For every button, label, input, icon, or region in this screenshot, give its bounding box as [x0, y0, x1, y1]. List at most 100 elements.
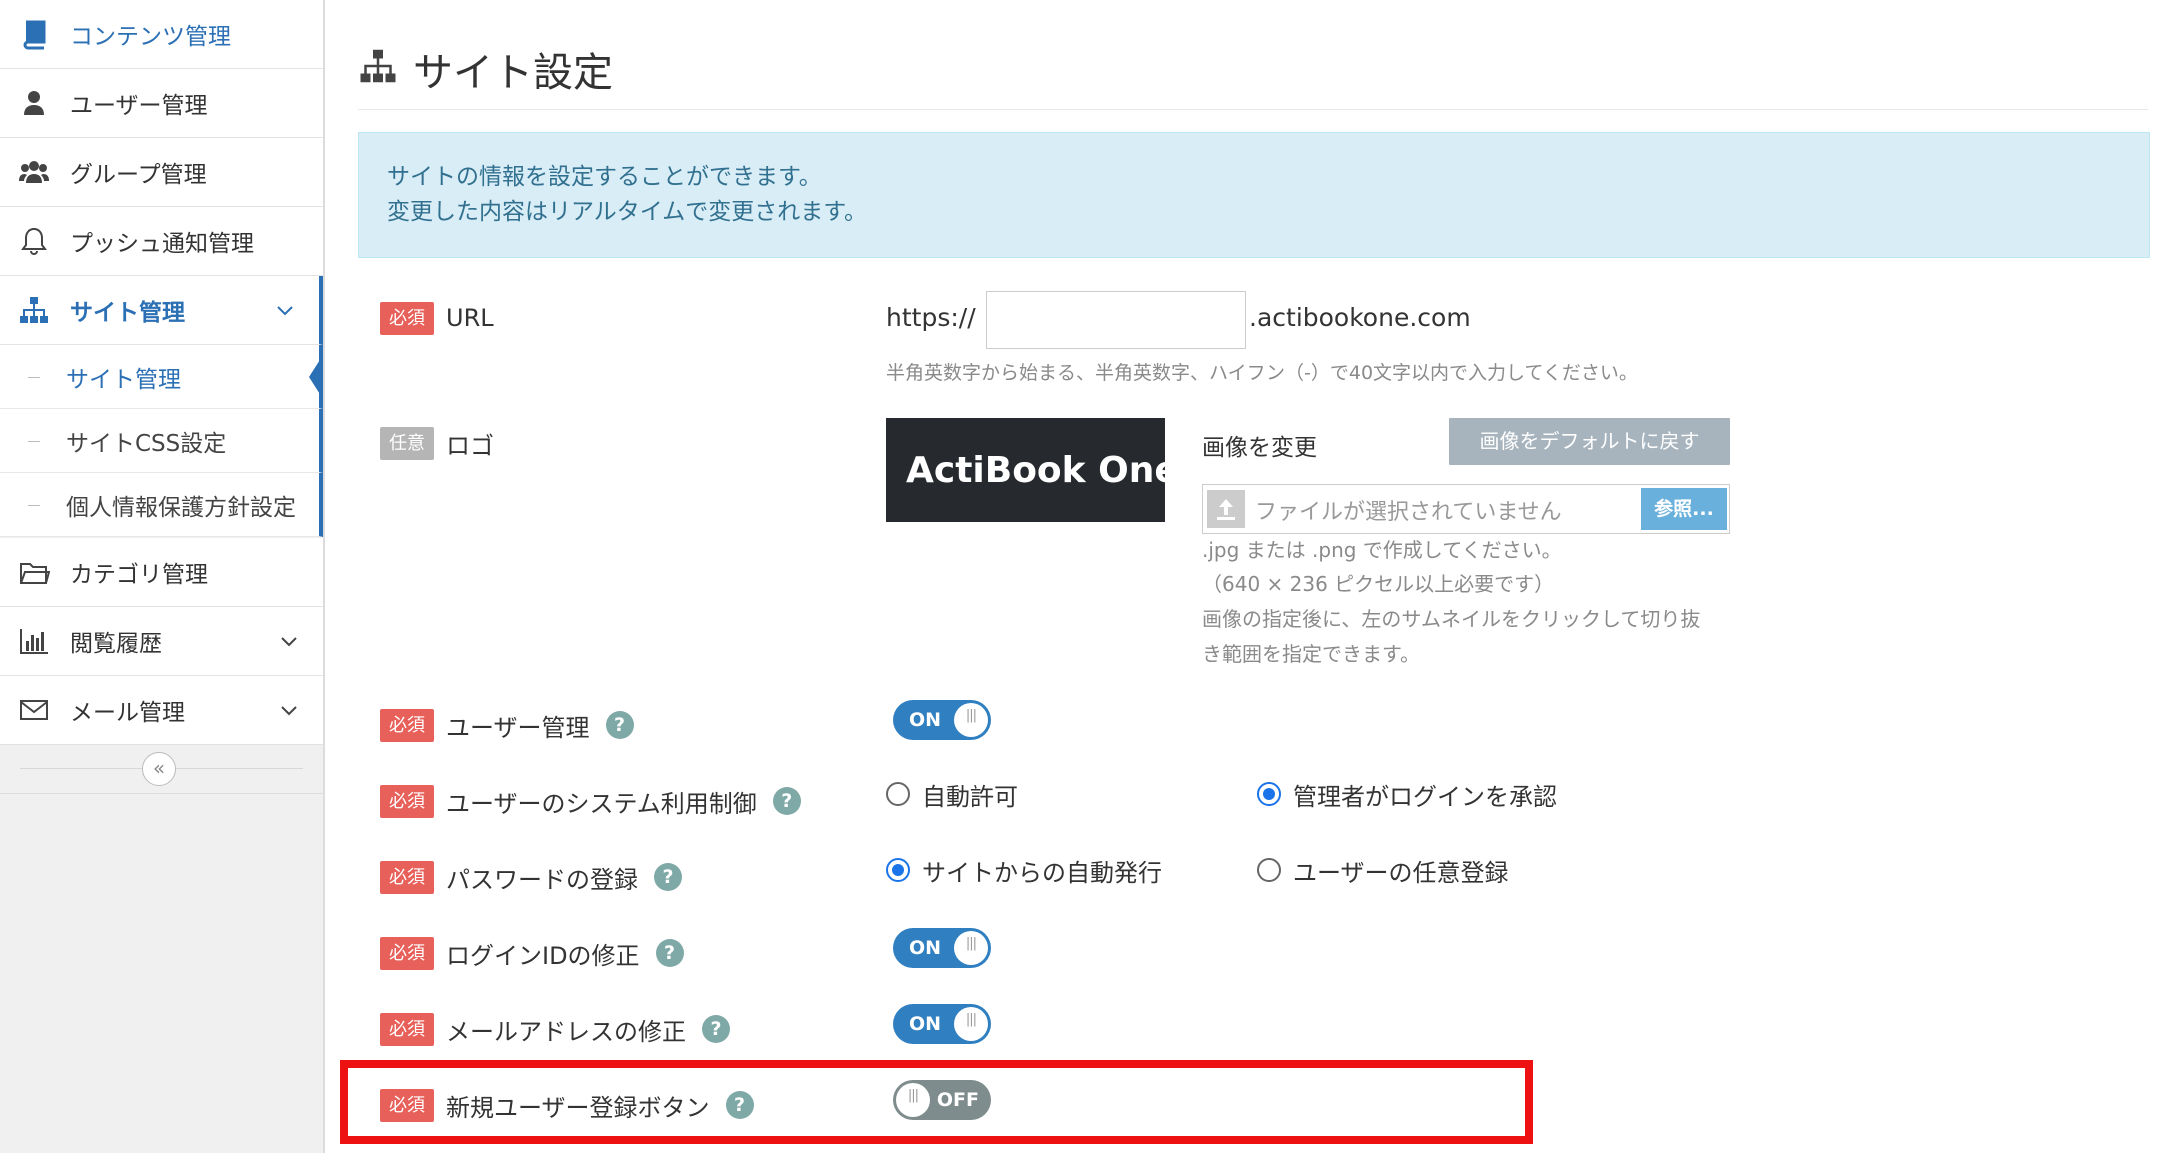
radio-admin-approve[interactable]: 管理者がログインを承認 [1257, 778, 1557, 811]
sidebar-item-label: コンテンツ管理 [70, 24, 231, 50]
radio-label: 管理者がログインを承認 [1293, 782, 1557, 811]
page-header: サイト設定 [358, 30, 2148, 110]
url-hint: 半角英数字から始まる、半角英数字、ハイフン（-）で40文字以内で入力してください… [886, 362, 1638, 384]
logo-hint-line: .jpg または .png で作成してください。 [1202, 538, 1562, 562]
url-prefix: https:// [886, 303, 976, 332]
sidebar-item-label: サイト管理 [70, 300, 185, 326]
chevron-down-icon [281, 706, 297, 716]
toggle-label: ON [909, 1013, 942, 1035]
sidebar: コンテンツ管理 ユーザー管理 グループ管理 プッシュ通知管理 サイト管理 サイト… [0, 0, 325, 1153]
info-alert: サイトの情報を設定することができます。 変更した内容はリアルタイムで変更されます… [358, 132, 2150, 258]
user-mgmt-label-row: 必須 ユーザー管理 ? [380, 705, 634, 745]
sidebar-item-users[interactable]: ユーザー管理 [0, 69, 323, 138]
browse-button[interactable]: 参照... [1641, 488, 1727, 530]
book-icon [23, 20, 46, 50]
collapse-sidebar-button[interactable]: « [142, 752, 176, 786]
bell-icon [21, 227, 47, 255]
email-edit-label: メールアドレスの修正 [446, 1017, 686, 1046]
help-icon[interactable]: ? [605, 711, 634, 739]
reset-default-image-button[interactable]: 画像をデフォルトに戻す [1449, 418, 1730, 465]
highlight-annotation [340, 1060, 1533, 1144]
submenu-site-settings[interactable]: サイト管理 [0, 345, 323, 409]
login-id-label: ログインIDの修正 [446, 941, 640, 970]
help-icon[interactable]: ? [772, 787, 801, 815]
optional-badge: 任意 [380, 426, 434, 460]
bar-chart-icon [20, 629, 48, 654]
sidebar-item-label: プッシュ通知管理 [70, 231, 254, 257]
help-icon[interactable]: ? [655, 939, 684, 967]
radio-label: サイトからの自動発行 [922, 858, 1162, 887]
url-suffix: .actibookone.com [1249, 303, 1471, 332]
required-badge: 必須 [380, 1012, 434, 1046]
submenu-site-css[interactable]: サイトCSS設定 [0, 409, 323, 473]
sidebar-collapse-area: « [0, 746, 323, 794]
logo-label-row: 任意 ロゴ [380, 423, 494, 463]
toggle-label: ON [909, 937, 942, 959]
radio-button[interactable] [886, 858, 910, 882]
sidebar-item-category[interactable]: カテゴリ管理 [0, 538, 323, 607]
envelope-icon [20, 700, 48, 720]
sidebar-item-label: グループ管理 [70, 162, 207, 188]
user-icon [24, 91, 44, 115]
sidebar-item-label: ユーザー管理 [70, 93, 208, 119]
help-icon[interactable]: ? [702, 1015, 730, 1043]
submenu-label: サイトCSS設定 [66, 430, 227, 457]
login-id-toggle[interactable]: ON [893, 928, 991, 968]
system-control-label: ユーザーのシステム利用制御 [446, 789, 757, 818]
logo-hint-line: き範囲を指定できます。 [1202, 642, 1420, 666]
radio-user-registration[interactable]: ユーザーの任意登録 [1257, 854, 1509, 887]
user-mgmt-toggle[interactable]: ON [893, 700, 991, 740]
required-badge: 必須 [380, 936, 434, 970]
toggle-knob [954, 1007, 988, 1041]
url-label-row: 必須 URL [380, 298, 494, 338]
sidebar-item-contents[interactable]: コンテンツ管理 [0, 0, 323, 69]
required-badge: 必須 [380, 784, 434, 818]
sidebar-item-label: カテゴリ管理 [70, 562, 208, 588]
sidebar-item-history[interactable]: 閲覧履歴 [0, 607, 323, 676]
submenu-privacy-policy[interactable]: 個人情報保護方針設定 [0, 473, 323, 537]
logo-thumbnail[interactable]: ActiBook One [886, 418, 1179, 522]
chevron-down-icon [281, 637, 297, 647]
sidebar-item-mail[interactable]: メール管理 [0, 676, 323, 745]
submenu-label: 個人情報保護方針設定 [66, 494, 296, 521]
email-edit-toggle[interactable]: ON [893, 1004, 991, 1044]
email-edit-label-row: 必須 メールアドレスの修正 ? [380, 1009, 730, 1049]
submenu-label: サイト管理 [66, 366, 181, 393]
sitemap-icon [20, 297, 48, 323]
sidebar-item-site[interactable]: サイト管理 [0, 276, 323, 345]
radio-button[interactable] [1257, 858, 1281, 882]
radio-auto-issue[interactable]: サイトからの自動発行 [886, 854, 1162, 887]
change-image-label: 画像を変更 [1202, 435, 1317, 461]
file-input[interactable]: ファイルが選択されていません 参照... [1202, 484, 1730, 534]
upload-icon [1207, 490, 1245, 528]
required-badge: 必須 [380, 860, 434, 894]
required-badge: 必須 [380, 301, 434, 335]
logo-text: ActiBook One [906, 450, 1179, 491]
url-label: URL [446, 304, 494, 332]
radio-button[interactable] [1257, 782, 1281, 806]
radio-label: 自動許可 [922, 782, 1018, 811]
password-label-row: 必須 パスワードの登録 ? [380, 857, 682, 897]
toggle-label: ON [909, 709, 942, 731]
submenu-dash [28, 376, 40, 378]
radio-label: ユーザーの任意登録 [1293, 858, 1509, 887]
info-text-line: 変更した内容はリアルタイムで変更されます。 [387, 199, 868, 225]
required-badge: 必須 [380, 708, 434, 742]
sidebar-item-groups[interactable]: グループ管理 [0, 138, 323, 207]
logo-hint-line: 画像の指定後に、左のサムネイルをクリックして切り抜 [1202, 607, 1701, 631]
radio-button[interactable] [886, 782, 910, 806]
login-id-label-row: 必須 ログインIDの修正 ? [380, 933, 684, 973]
logo-hint-line: （640 × 236 ピクセル以上必要です） [1202, 572, 1555, 596]
sidebar-item-push[interactable]: プッシュ通知管理 [0, 207, 323, 276]
toggle-knob [954, 931, 988, 965]
file-placeholder: ファイルが選択されていません [1255, 500, 1562, 525]
radio-auto-allow[interactable]: 自動許可 [886, 778, 1018, 811]
system-control-label-row: 必須 ユーザーのシステム利用制御 ? [380, 781, 801, 821]
sidebar-item-label: メール管理 [70, 700, 185, 726]
page-title: サイト設定 [413, 50, 613, 96]
user-mgmt-label: ユーザー管理 [446, 713, 590, 742]
users-icon [19, 161, 49, 183]
subdomain-input[interactable] [986, 291, 1246, 349]
sitemap-icon [360, 49, 396, 83]
help-icon[interactable]: ? [654, 863, 682, 891]
